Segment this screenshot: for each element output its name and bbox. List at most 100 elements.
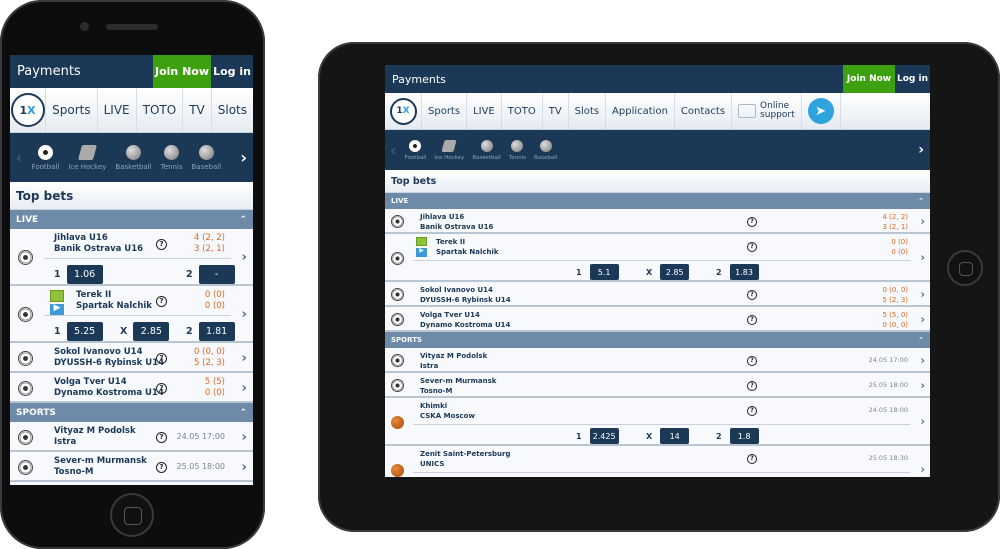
open-match-icon[interactable]: ›: [920, 288, 925, 301]
odds-button[interactable]: 1.83: [729, 264, 759, 280]
sport-football[interactable]: Football: [32, 144, 59, 171]
nav-item-toto[interactable]: TOTO: [500, 93, 542, 129]
sport-tennis[interactable]: Tennis: [161, 144, 182, 171]
sport-baseball[interactable]: Baseball: [191, 144, 221, 171]
page-title[interactable]: Payments: [10, 64, 153, 79]
match-row[interactable]: Jihlava U16 Banik Ostrava U16? 4 (2, 2) 3 (…: [385, 209, 930, 234]
nav-item-tv[interactable]: TV: [541, 93, 568, 129]
odds-cell[interactable]: X 14: [646, 428, 690, 444]
sport-hockey[interactable]: Ice Hockey: [434, 139, 464, 161]
match-row[interactable]: Sever-m Murmansk Tosno-M? 25.05 18:00 ›: [10, 452, 253, 482]
info-icon[interactable]: ?: [747, 217, 757, 227]
odds-cell[interactable]: 2 1.8: [716, 428, 759, 444]
odds-cell[interactable]: 2 1.81: [186, 322, 235, 341]
odds-cell[interactable]: 2 1.83: [716, 264, 759, 280]
info-icon[interactable]: ?: [156, 295, 167, 307]
sport-tennis[interactable]: Tennis: [509, 139, 526, 161]
info-icon[interactable]: ?: [747, 242, 757, 252]
section-header-live[interactable]: LIVE ⌃: [385, 193, 930, 209]
odds-button[interactable]: 2.85: [133, 322, 170, 341]
match-row[interactable]: Volga Tver U14 Dynamo Kostroma U14? 5 (5, …: [385, 307, 930, 332]
log-in-button[interactable]: Log in: [211, 55, 253, 88]
match-row[interactable]: Sokol Ivanovo U14 DYUSSH-6 Rybinsk U14? 0 …: [10, 343, 253, 373]
nav-item-slots[interactable]: Slots: [210, 88, 253, 132]
page-title[interactable]: Payments: [385, 73, 843, 86]
section-header-live[interactable]: LIVE ⌃: [10, 210, 253, 229]
sport-basketball[interactable]: Basketball: [115, 144, 152, 171]
odds-cell[interactable]: X 2.85: [646, 264, 690, 280]
sport-hockey[interactable]: Ice Hockey: [68, 144, 106, 171]
match-row[interactable]: Sokol Ivanovo U14 DYUSSH-6 Rybinsk U14? 0 …: [385, 282, 930, 307]
join-now-button[interactable]: Join Now: [843, 65, 895, 93]
info-icon[interactable]: ?: [156, 238, 167, 250]
nav-item-toto[interactable]: TOTO: [135, 88, 183, 132]
odds-cell[interactable]: 1 1.06: [54, 265, 103, 284]
nav-item-sports[interactable]: Sports: [45, 88, 96, 132]
info-icon[interactable]: ?: [747, 406, 757, 416]
odds-button[interactable]: 5.1: [589, 264, 619, 280]
nav-item-tv[interactable]: TV: [182, 88, 211, 132]
match-row[interactable]: Vityaz M Podolsk Istra? 24.05 17:00 ›: [385, 348, 930, 373]
open-match-icon[interactable]: ›: [241, 350, 247, 366]
open-match-icon[interactable]: ›: [920, 379, 925, 392]
collapse-icon[interactable]: ⌃: [239, 215, 247, 225]
carousel-prev-icon[interactable]: ‹: [16, 148, 23, 167]
info-icon[interactable]: ?: [156, 461, 167, 473]
open-match-icon[interactable]: ›: [241, 380, 247, 396]
logo[interactable]: 1X: [385, 93, 421, 129]
nav-item-live[interactable]: LIVE: [96, 88, 136, 132]
nav-item-slots[interactable]: Slots: [567, 93, 605, 129]
section-header-sports[interactable]: SPORTS ⌃: [10, 403, 253, 422]
match-row[interactable]: ▶ Terek II Spartak Nalchik? 0 (0) 0 (0) › 1 5.2…: [10, 286, 253, 343]
odds-button[interactable]: 1.8: [729, 428, 759, 444]
carousel-next-icon[interactable]: ›: [918, 142, 924, 158]
nav-item-live[interactable]: LIVE: [466, 93, 501, 129]
odds-button[interactable]: 1.06: [66, 265, 103, 284]
match-row[interactable]: Sever-m Murmansk Tosno-M? 25.05 18:00 ›: [385, 373, 930, 398]
telegram-link[interactable]: ➤: [800, 93, 840, 129]
nav-item-contacts[interactable]: Contacts: [673, 93, 731, 129]
odds-button[interactable]: 1.81: [198, 322, 235, 341]
match-row[interactable]: ▶ Terek II Spartak Nalchik? 0 (0) 0 (0) › 1 5.1…: [385, 234, 930, 282]
join-now-button[interactable]: Join Now: [153, 55, 211, 88]
info-icon[interactable]: ?: [747, 290, 757, 300]
open-match-icon[interactable]: ›: [241, 249, 247, 265]
online-support-link[interactable]: Online support: [731, 93, 801, 129]
odds-button[interactable]: 14: [660, 428, 690, 444]
odds-cell[interactable]: 2-: [186, 265, 235, 284]
nav-item-sports[interactable]: Sports: [421, 93, 466, 129]
sport-football[interactable]: Football: [405, 139, 426, 161]
open-match-icon[interactable]: ›: [241, 306, 247, 322]
odds-button[interactable]: 2.85: [660, 264, 690, 280]
info-icon[interactable]: ?: [747, 454, 757, 464]
log-in-button[interactable]: Log in: [895, 65, 930, 93]
odds-button[interactable]: -: [198, 265, 235, 284]
odds-button[interactable]: 5.25: [66, 322, 103, 341]
carousel-next-icon[interactable]: ›: [240, 148, 247, 167]
match-row[interactable]: Zenit Saint-Petersburg UNICS? 25.05 18:30 ›: [385, 446, 930, 477]
odds-cell[interactable]: 1 2.425: [576, 428, 619, 444]
open-match-icon[interactable]: ›: [920, 463, 925, 476]
open-match-icon[interactable]: ›: [241, 429, 247, 445]
info-icon[interactable]: ?: [156, 352, 167, 364]
odds-cell[interactable]: X 2.85: [120, 322, 170, 341]
collapse-icon[interactable]: ⌃: [918, 197, 924, 205]
match-row[interactable]: Vityaz M Podolsk Istra? 24.05 17:00 ›: [10, 422, 253, 452]
open-match-icon[interactable]: ›: [920, 313, 925, 326]
sport-basketball[interactable]: Basketball: [472, 139, 501, 161]
match-row[interactable]: Khimki CSKA Moscow? 24.05 18:00 › 1 2.425 X 14 2…: [385, 398, 930, 446]
info-icon[interactable]: ?: [747, 356, 757, 366]
logo[interactable]: 1X: [10, 88, 45, 132]
collapse-icon[interactable]: ⌃: [239, 408, 247, 418]
open-match-icon[interactable]: ›: [920, 251, 925, 264]
carousel-prev-icon[interactable]: ‹: [390, 141, 397, 160]
info-icon[interactable]: ?: [156, 382, 167, 394]
odds-cell[interactable]: 1 5.25: [54, 322, 103, 341]
open-match-icon[interactable]: ›: [920, 215, 925, 228]
info-icon[interactable]: ?: [747, 381, 757, 391]
collapse-icon[interactable]: ⌃: [918, 336, 924, 344]
sport-baseball[interactable]: Baseball: [534, 139, 557, 161]
odds-cell[interactable]: 1 5.1: [576, 264, 619, 280]
odds-button[interactable]: 2.425: [589, 428, 619, 444]
open-match-icon[interactable]: ›: [920, 354, 925, 367]
